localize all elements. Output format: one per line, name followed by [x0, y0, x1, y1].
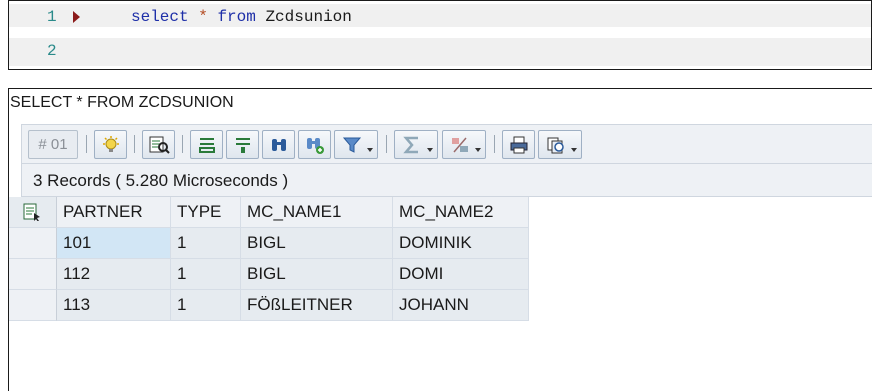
filter-lines-button[interactable] — [226, 130, 259, 159]
details-icon — [149, 136, 170, 154]
toolbar-separator — [182, 135, 183, 153]
cell-partner[interactable]: 101 — [57, 228, 171, 259]
align-top-icon — [198, 137, 215, 153]
cell-mc-name2[interactable]: DOMINIK — [393, 228, 529, 259]
align-top-button[interactable] — [190, 130, 223, 159]
status-bar: 3 Records ( 5.280 Microseconds ) — [21, 164, 872, 197]
find-next-icon — [306, 137, 324, 154]
result-panel: SELECT * FROM ZCDSUNION # 01 3 Records (… — [8, 88, 872, 391]
print-button[interactable] — [502, 130, 535, 159]
dropdown-arrow-icon — [427, 148, 433, 152]
table-row[interactable]: 101 1 BIGL DOMINIK — [9, 228, 529, 259]
row-selector[interactable] — [9, 228, 57, 259]
sql-editor[interactable]: 1 select * from Zcdsunion 2 — [8, 0, 872, 70]
row-selector[interactable] — [9, 259, 57, 290]
line-number: 1 — [47, 8, 57, 26]
sql-code[interactable]: select * from Zcdsunion — [131, 8, 352, 26]
count-button[interactable]: # 01 — [28, 130, 78, 159]
table-row[interactable]: 113 1 FÖßLEITNER JOHANN — [9, 290, 529, 321]
sum-icon — [403, 136, 418, 153]
find-button[interactable] — [262, 130, 295, 159]
select-all-icon — [23, 203, 40, 221]
cell-mc-name1[interactable]: BIGL — [241, 228, 393, 259]
toolbar-separator — [386, 135, 387, 153]
cell-mc-name1[interactable]: BIGL — [241, 259, 393, 290]
subtotal-button[interactable] — [442, 130, 486, 159]
cell-partner[interactable]: 113 — [57, 290, 171, 321]
line-number: 2 — [47, 42, 57, 60]
dropdown-arrow-icon — [475, 148, 481, 152]
cell-partner[interactable]: 112 — [57, 259, 171, 290]
column-header-mc-name1[interactable]: MC_NAME1 — [241, 197, 393, 228]
toolbar-separator — [86, 135, 87, 153]
subtotal-icon — [451, 137, 468, 152]
operator-star: * — [198, 8, 208, 26]
records-status: 3 Records ( 5.280 Microseconds ) — [33, 171, 289, 190]
cell-type[interactable]: 1 — [171, 290, 241, 321]
current-line-marker-icon — [73, 11, 80, 23]
toolbar-separator — [494, 135, 495, 153]
cell-mc-name2[interactable]: DOMI — [393, 259, 529, 290]
keyword-select: select — [131, 8, 189, 26]
details-button[interactable] — [142, 130, 175, 159]
cell-type[interactable]: 1 — [171, 259, 241, 290]
table-identifier: Zcdsunion — [265, 8, 352, 26]
table-row[interactable]: 112 1 BIGL DOMI — [9, 259, 529, 290]
select-all-button[interactable] — [9, 197, 57, 228]
bulb-icon — [102, 135, 119, 152]
row-selector[interactable] — [9, 290, 57, 321]
filter-lines-icon — [235, 137, 250, 153]
cell-type[interactable]: 1 — [171, 228, 241, 259]
cell-mc-name2[interactable]: JOHANN — [393, 290, 529, 321]
header-row: PARTNER TYPE MC_NAME1 MC_NAME2 — [9, 197, 529, 228]
dropdown-arrow-icon — [571, 148, 577, 152]
export-button[interactable] — [538, 130, 582, 159]
result-title: SELECT * FROM ZCDSUNION — [10, 94, 234, 111]
cell-mc-name1[interactable]: FÖßLEITNER — [241, 290, 393, 321]
keyword-from: from — [217, 8, 256, 26]
bulb-button[interactable] — [94, 130, 127, 159]
result-toolbar: # 01 — [21, 124, 872, 164]
column-header-type[interactable]: TYPE — [171, 197, 241, 228]
column-header-mc-name2[interactable]: MC_NAME2 — [393, 197, 529, 228]
editor-line-1[interactable]: 1 select * from Zcdsunion — [9, 4, 871, 27]
print-icon — [510, 136, 527, 153]
find-icon — [271, 138, 286, 151]
column-header-partner[interactable]: PARTNER — [57, 197, 171, 228]
filter-button[interactable] — [334, 130, 378, 159]
dropdown-arrow-icon — [367, 148, 373, 152]
sum-button[interactable] — [394, 130, 438, 159]
filter-icon — [342, 137, 361, 153]
find-next-button[interactable] — [298, 130, 331, 159]
editor-line-2[interactable]: 2 — [9, 38, 871, 66]
export-icon — [547, 137, 564, 153]
toolbar-separator — [134, 135, 135, 153]
